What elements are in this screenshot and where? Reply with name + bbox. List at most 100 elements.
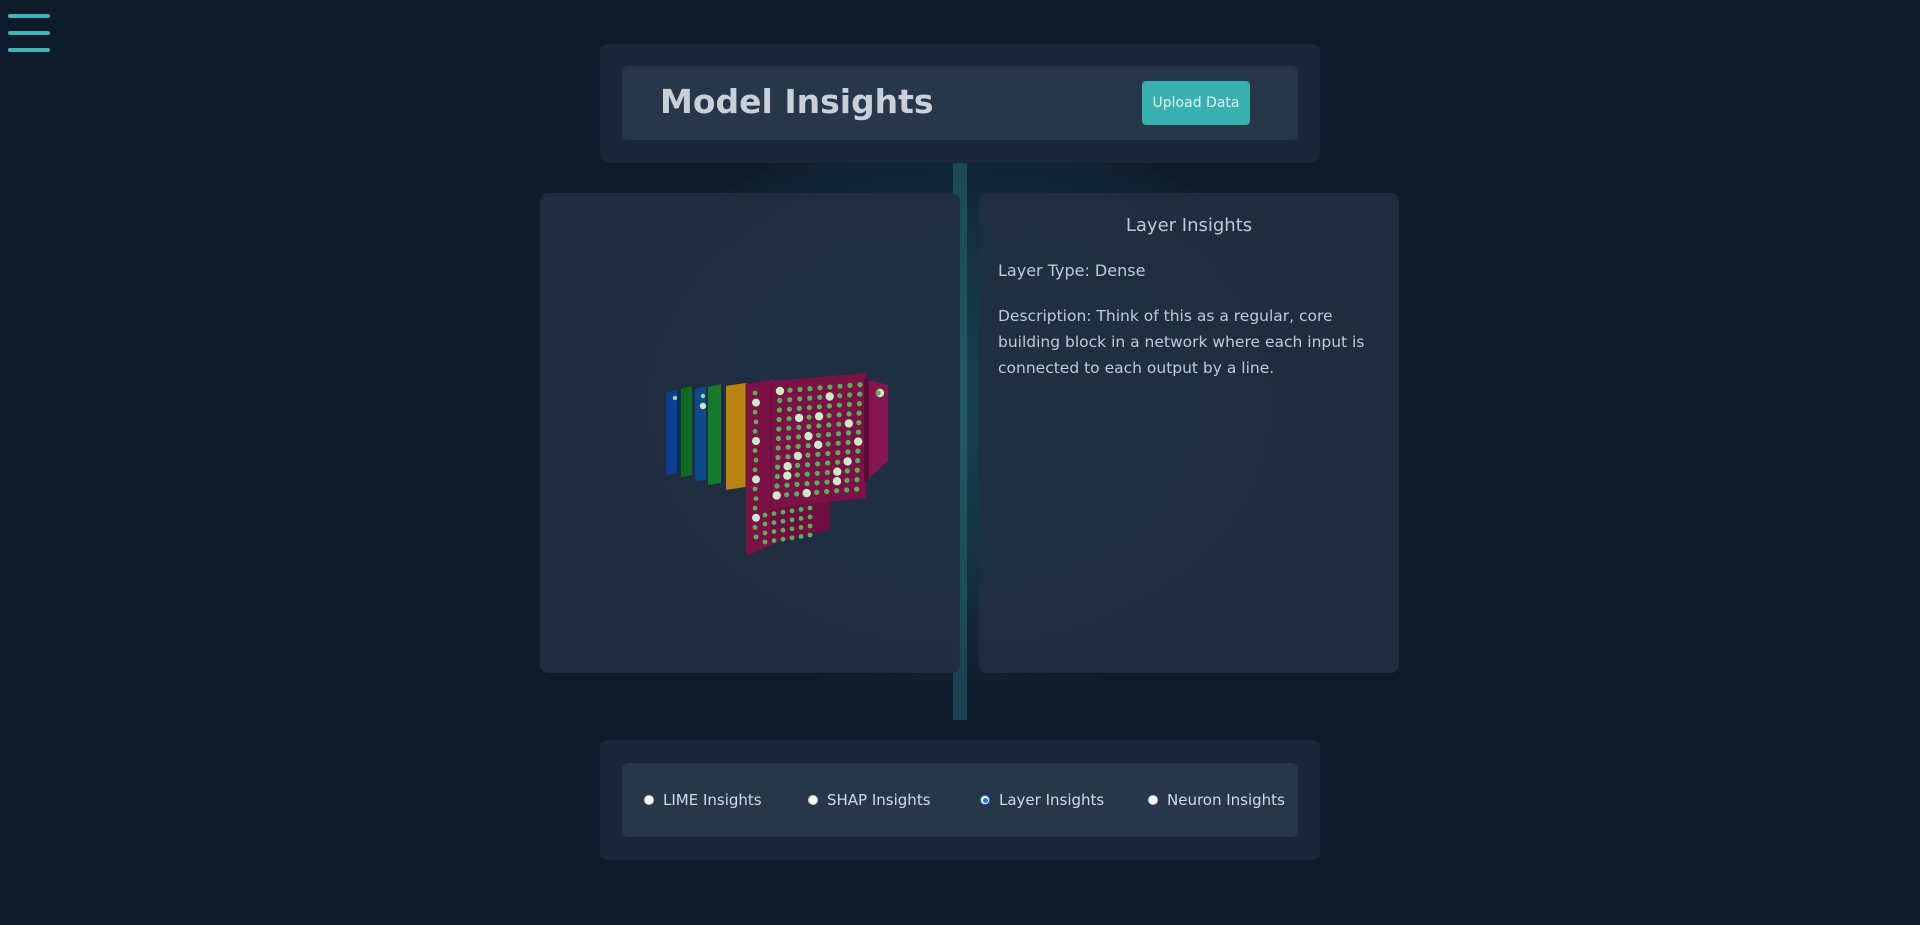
neuron-dot: [836, 412, 842, 418]
neuron-dot: [824, 488, 830, 495]
neuron-dot: [846, 411, 852, 417]
neuron-dot: [780, 536, 786, 542]
neuron-dot: [826, 422, 832, 428]
neuron-dot: [836, 421, 842, 427]
neuron-dot: [836, 402, 842, 408]
layer-insights-radio[interactable]: [980, 795, 990, 805]
neuron-dot: [855, 448, 861, 454]
neuron-dot: [780, 509, 786, 515]
neuron-dot: [753, 496, 759, 501]
menu-bar: [8, 31, 50, 35]
neuron-dot: [815, 432, 822, 438]
neuron-dot: [772, 491, 781, 500]
neuron-dot: [777, 397, 783, 404]
neuron-dot: [844, 487, 850, 493]
layer-slab-magenta: [746, 379, 774, 556]
neuron-dot: [752, 467, 758, 473]
neuron-dot: [797, 396, 803, 402]
neuron-dot: [780, 518, 786, 524]
neuron-dot: [775, 445, 781, 451]
neuron-dot: [807, 514, 813, 520]
insights-title: Layer Insights: [1125, 215, 1253, 236]
neuron-dot: [817, 394, 823, 400]
neuron-dot: [789, 526, 795, 532]
neuron-insights-label: Neuron Insights: [1167, 791, 1285, 809]
neuron-dot: [804, 431, 813, 441]
neuron-dot: [857, 382, 863, 388]
neuron-dot: [807, 505, 813, 511]
neuron-dot: [752, 390, 758, 396]
neuron-dot: [795, 462, 801, 468]
neuron-dot: [789, 517, 795, 523]
neuron-dot: [762, 539, 768, 545]
neuron-dot: [785, 444, 791, 450]
neuron-dot: [805, 452, 811, 458]
neuron-insights-option[interactable]: Neuron Insights: [1148, 787, 1285, 813]
lime-insights-radio[interactable]: [644, 795, 654, 805]
neuron-dot: [835, 440, 841, 446]
neuron-dot: [807, 532, 813, 538]
neuron-dot: [856, 410, 862, 416]
upload-data-button[interactable]: Upload Data: [1142, 81, 1250, 125]
menu-bar: [8, 48, 50, 52]
neuron-dot: [847, 382, 853, 388]
layer-insights-option[interactable]: Layer Insights: [980, 787, 1104, 813]
neuron-dot: [816, 423, 822, 429]
neuron-dot: [786, 406, 792, 412]
neuron-dot: [783, 471, 792, 480]
neuron-dot: [752, 513, 760, 522]
neuron-dot: [837, 393, 843, 399]
neuron-dot: [845, 430, 852, 436]
neuron-dot: [672, 395, 678, 401]
neuron-dot: [774, 473, 780, 480]
lime-insights-option[interactable]: LIME Insights: [644, 787, 762, 813]
neuron-dot: [789, 535, 795, 541]
network-3d-visualization[interactable]: [540, 193, 960, 673]
neuron-dot: [753, 534, 759, 540]
layer-insights-label: Layer Insights: [999, 791, 1105, 809]
neuron-dot: [794, 491, 800, 497]
neuron-dot: [753, 419, 759, 425]
neuron-dot: [825, 460, 831, 466]
neuron-insights-radio[interactable]: [1148, 795, 1158, 805]
shap-insights-option[interactable]: SHAP Insights: [808, 787, 931, 813]
neuron-dot: [776, 407, 782, 413]
neuron-dot: [806, 424, 812, 430]
model-visualization-panel: [540, 193, 960, 673]
neuron-dot: [789, 508, 795, 514]
neuron-dot: [771, 529, 777, 534]
neuron-dot: [827, 384, 833, 390]
neuron-dot: [824, 469, 830, 476]
neuron-dot: [826, 403, 832, 409]
neuron-dot: [814, 480, 820, 486]
neuron-dot: [805, 443, 811, 449]
neuron-dot: [814, 470, 820, 476]
neuron-dot: [837, 383, 843, 389]
neuron-dot: [785, 454, 791, 460]
neuron-dot: [752, 398, 760, 407]
neuron-dot: [814, 412, 824, 421]
neuron-dot: [826, 412, 832, 419]
neuron-dot: [762, 512, 768, 518]
neuron-dot: [784, 492, 790, 498]
header-card: Model Insights Upload Data: [600, 44, 1320, 163]
neuron-dot: [835, 450, 841, 456]
neuron-dot: [815, 451, 821, 457]
neuron-dot: [802, 488, 811, 498]
layer-slab-green: [681, 386, 692, 477]
neuron-dot: [815, 461, 821, 467]
menu-icon[interactable]: [8, 12, 50, 56]
insight-selector-bar: LIME Insights SHAP Insights Layer Insigh…: [622, 763, 1298, 837]
neuron-dot: [794, 413, 804, 423]
shap-insights-radio[interactable]: [808, 795, 818, 805]
neuron-dot: [798, 525, 804, 530]
neuron-dot: [843, 457, 852, 466]
layer-slab-magenta: [772, 373, 866, 508]
neuron-dot: [825, 392, 834, 401]
neuron-dot: [855, 458, 861, 464]
neuron-dot: [825, 450, 831, 457]
neuron-dot: [775, 386, 785, 396]
neuron-dot: [807, 523, 813, 529]
neuron-dot: [847, 392, 853, 398]
neuron-dot: [824, 479, 830, 485]
